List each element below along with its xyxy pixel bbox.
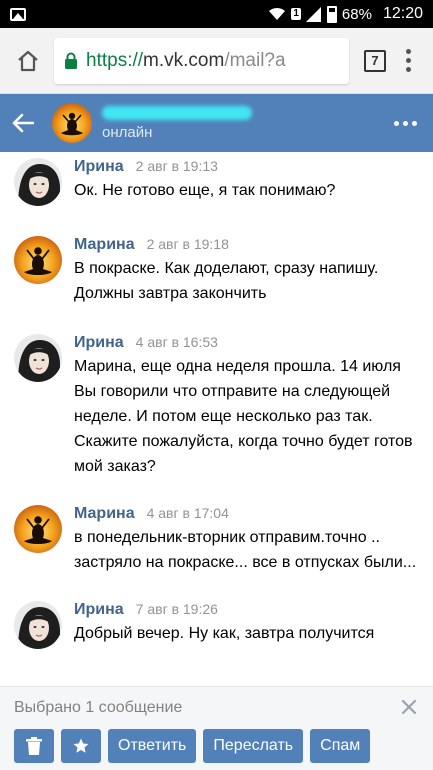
contact-name-redacted bbox=[102, 105, 252, 120]
author-avatar[interactable] bbox=[14, 236, 62, 284]
meditation-avatar-icon bbox=[14, 236, 62, 284]
portrait-avatar-icon bbox=[14, 601, 62, 649]
sim-indicator: 1 bbox=[291, 8, 301, 20]
tabs-button[interactable]: 7 bbox=[357, 43, 393, 79]
portrait-avatar-icon bbox=[14, 334, 62, 382]
more-dot-icon bbox=[403, 120, 408, 126]
message[interactable]: Марина 4 авг в 17:04 в понедельник-вторн… bbox=[0, 505, 433, 575]
clock: 12:20 bbox=[382, 5, 423, 22]
author-avatar[interactable] bbox=[14, 334, 62, 382]
meditation-avatar-icon bbox=[14, 505, 62, 553]
message[interactable]: Марина 2 авг в 19:18 В покраске. Как дод… bbox=[0, 236, 433, 306]
trash-icon bbox=[26, 737, 42, 755]
message-author[interactable]: Марина bbox=[74, 505, 135, 523]
url-path: /mail?a bbox=[224, 49, 286, 71]
portrait-avatar-icon bbox=[14, 158, 62, 206]
reply-button[interactable]: Ответить bbox=[108, 729, 197, 763]
chat-header: онлайн bbox=[0, 94, 433, 152]
back-button[interactable] bbox=[12, 108, 42, 138]
menu-dot-icon bbox=[405, 67, 411, 72]
url-scheme: https:// bbox=[86, 49, 144, 71]
message[interactable]: Ирина 4 авг в 16:53 Марина, еще одна нед… bbox=[0, 334, 433, 479]
message-text: в понедельник-вторник отправим.точно .. … bbox=[74, 529, 417, 571]
tab-count: 7 bbox=[364, 49, 386, 72]
message-author[interactable]: Ирина bbox=[74, 158, 124, 176]
star-icon bbox=[73, 738, 89, 753]
menu-dot-icon bbox=[405, 58, 411, 63]
image-notification-icon bbox=[10, 7, 26, 21]
meditation-avatar-icon bbox=[52, 103, 92, 143]
favorite-button[interactable] bbox=[61, 729, 101, 763]
message[interactable]: Ирина 7 авг в 19:26 Добрый вечер. Ну как… bbox=[0, 601, 433, 649]
selection-panel: Выбрано 1 сообщение Ответить Переслать С… bbox=[0, 686, 433, 770]
close-icon bbox=[401, 699, 417, 715]
message-list[interactable]: Ирина 2 авг в 19:13 Ок. Не готово еще, я… bbox=[0, 152, 433, 686]
signal-icon bbox=[305, 6, 321, 22]
spam-button[interactable]: Спам bbox=[310, 729, 371, 763]
online-status: онлайн bbox=[102, 123, 153, 141]
message-text: В покраске. Как доделают, сразу напишу. … bbox=[74, 260, 379, 302]
menu-dot-icon bbox=[405, 49, 411, 54]
forward-button[interactable]: Переслать bbox=[203, 729, 304, 763]
message-time: 4 авг в 17:04 bbox=[146, 505, 229, 521]
author-avatar[interactable] bbox=[14, 158, 62, 206]
contact-avatar[interactable] bbox=[52, 103, 92, 143]
address-bar[interactable]: https://m.vk.com/mail?a bbox=[54, 37, 349, 84]
message-text: Марина, еще одна неделя прошла. 14 июля … bbox=[74, 358, 413, 475]
lock-icon bbox=[65, 52, 77, 69]
more-dot-icon bbox=[394, 120, 399, 126]
selection-count: Выбрано 1 сообщение bbox=[14, 699, 183, 716]
screen: 1 68% 12:20 https://m.vk.com/mail?a 7 он… bbox=[0, 0, 433, 770]
home-button[interactable] bbox=[10, 43, 46, 79]
message-time: 7 авг в 19:26 bbox=[135, 601, 218, 617]
more-dot-icon bbox=[412, 120, 417, 126]
url-host: m.vk.com bbox=[143, 49, 225, 71]
clear-selection-button[interactable] bbox=[399, 697, 419, 717]
battery-percent: 68% bbox=[341, 5, 372, 23]
status-bar: 1 68% 12:20 bbox=[0, 0, 433, 28]
message-text: Добрый вечер. Ну как, завтра получится bbox=[74, 625, 375, 642]
message-author[interactable]: Ирина bbox=[74, 601, 124, 619]
message-time: 2 авг в 19:18 bbox=[146, 236, 229, 252]
message-text: Ок. Не готово еще, я так понимаю? bbox=[74, 182, 336, 199]
author-avatar[interactable] bbox=[14, 601, 62, 649]
message-time: 2 авг в 19:13 bbox=[135, 158, 218, 174]
back-arrow-icon bbox=[12, 113, 34, 133]
wifi-icon bbox=[269, 7, 286, 20]
delete-button[interactable] bbox=[14, 729, 54, 763]
battery-icon bbox=[326, 5, 337, 23]
message-time: 4 авг в 16:53 bbox=[135, 334, 218, 350]
chat-more-button[interactable] bbox=[390, 108, 421, 138]
message-author[interactable]: Ирина bbox=[74, 334, 124, 352]
browser-toolbar: https://m.vk.com/mail?a 7 bbox=[0, 28, 433, 94]
author-avatar[interactable] bbox=[14, 505, 62, 553]
browser-menu-button[interactable] bbox=[393, 43, 423, 79]
message-author[interactable]: Марина bbox=[74, 236, 135, 254]
message[interactable]: Ирина 2 авг в 19:13 Ок. Не готово еще, я… bbox=[0, 158, 433, 206]
home-icon bbox=[18, 50, 38, 71]
